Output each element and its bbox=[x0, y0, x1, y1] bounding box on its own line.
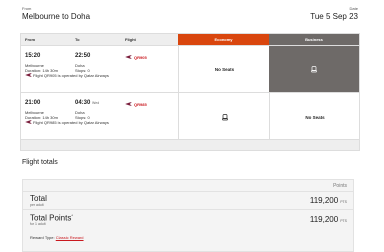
col-header-business[interactable]: Business bbox=[269, 34, 359, 45]
table-row: 21:00 04:30 Wed Melbourne Doha Duration:… bbox=[21, 92, 359, 141]
reward-type: Reward Type: Classic Reward bbox=[30, 235, 84, 240]
flight-totals-title: Flight totals bbox=[22, 159, 58, 166]
from-label: From bbox=[22, 6, 32, 11]
airline-logo-icon bbox=[125, 102, 132, 106]
col-header-economy[interactable]: Economy bbox=[178, 34, 269, 45]
points-column-header: Points bbox=[333, 183, 347, 189]
divider bbox=[23, 209, 353, 210]
operated-by-text: Flight QR905 is operated by Qatar Airway… bbox=[33, 73, 109, 78]
reward-type-label: Reward Type: bbox=[30, 235, 55, 240]
route-date: Tue 5 Sep 23 bbox=[310, 12, 358, 21]
date-label: Date bbox=[349, 6, 358, 11]
airline-logo-icon bbox=[25, 120, 32, 124]
table-footer bbox=[21, 139, 359, 150]
total-points-amount: 119,200 bbox=[309, 196, 339, 205]
flight-number[interactable]: QR905 bbox=[134, 55, 147, 60]
operated-by-text: Flight QR985 is operated by Qatar Airway… bbox=[33, 120, 109, 125]
arrival-time-value: 04:30 bbox=[75, 100, 91, 106]
divider bbox=[23, 191, 353, 192]
total-points-amount: 119,200 bbox=[309, 215, 339, 224]
flight-table: From To Flight Economy Business 15:20 22… bbox=[20, 33, 360, 151]
route-title: Melbourne to Doha bbox=[22, 12, 91, 21]
total-value: 119,200 PTS bbox=[310, 196, 347, 205]
departure-time: 15:20 bbox=[25, 53, 41, 59]
business-cell: No Seats bbox=[269, 93, 360, 141]
departure-time: 21:00 bbox=[25, 100, 41, 106]
total-points-value: 119,200 PTS bbox=[310, 215, 347, 224]
airline-logo-icon bbox=[125, 55, 132, 59]
col-header-flight: Flight bbox=[121, 34, 178, 45]
flight-number[interactable]: QR985 bbox=[134, 102, 147, 107]
seat-icon bbox=[311, 66, 317, 73]
seat-icon bbox=[221, 113, 228, 120]
arrival-time: 04:30 Wed bbox=[75, 100, 100, 106]
total-sublabel: per adult bbox=[30, 203, 44, 207]
table-row: 15:20 22:50 Melbourne Doha Duration: 14h… bbox=[21, 45, 359, 93]
asterisk: * bbox=[71, 213, 73, 218]
col-header-to: To bbox=[71, 34, 121, 45]
classic-reward-link[interactable]: Classic Reward bbox=[56, 235, 84, 240]
business-cell[interactable] bbox=[269, 46, 359, 93]
pts-unit: PTS bbox=[340, 200, 347, 204]
total-points-sublabel: for 1 adult bbox=[30, 222, 46, 226]
economy-cell: No Seats bbox=[178, 46, 270, 93]
arrival-time: 22:50 bbox=[75, 53, 91, 59]
arrival-day: Wed bbox=[92, 101, 100, 105]
col-header-from: From bbox=[21, 34, 71, 45]
airline-logo-icon bbox=[25, 73, 32, 77]
pts-unit: PTS bbox=[340, 219, 347, 223]
totals-panel: Points Total per adult 119,200 PTS Total … bbox=[22, 179, 354, 252]
economy-cell[interactable] bbox=[178, 93, 270, 141]
total-label: Total bbox=[30, 194, 47, 203]
